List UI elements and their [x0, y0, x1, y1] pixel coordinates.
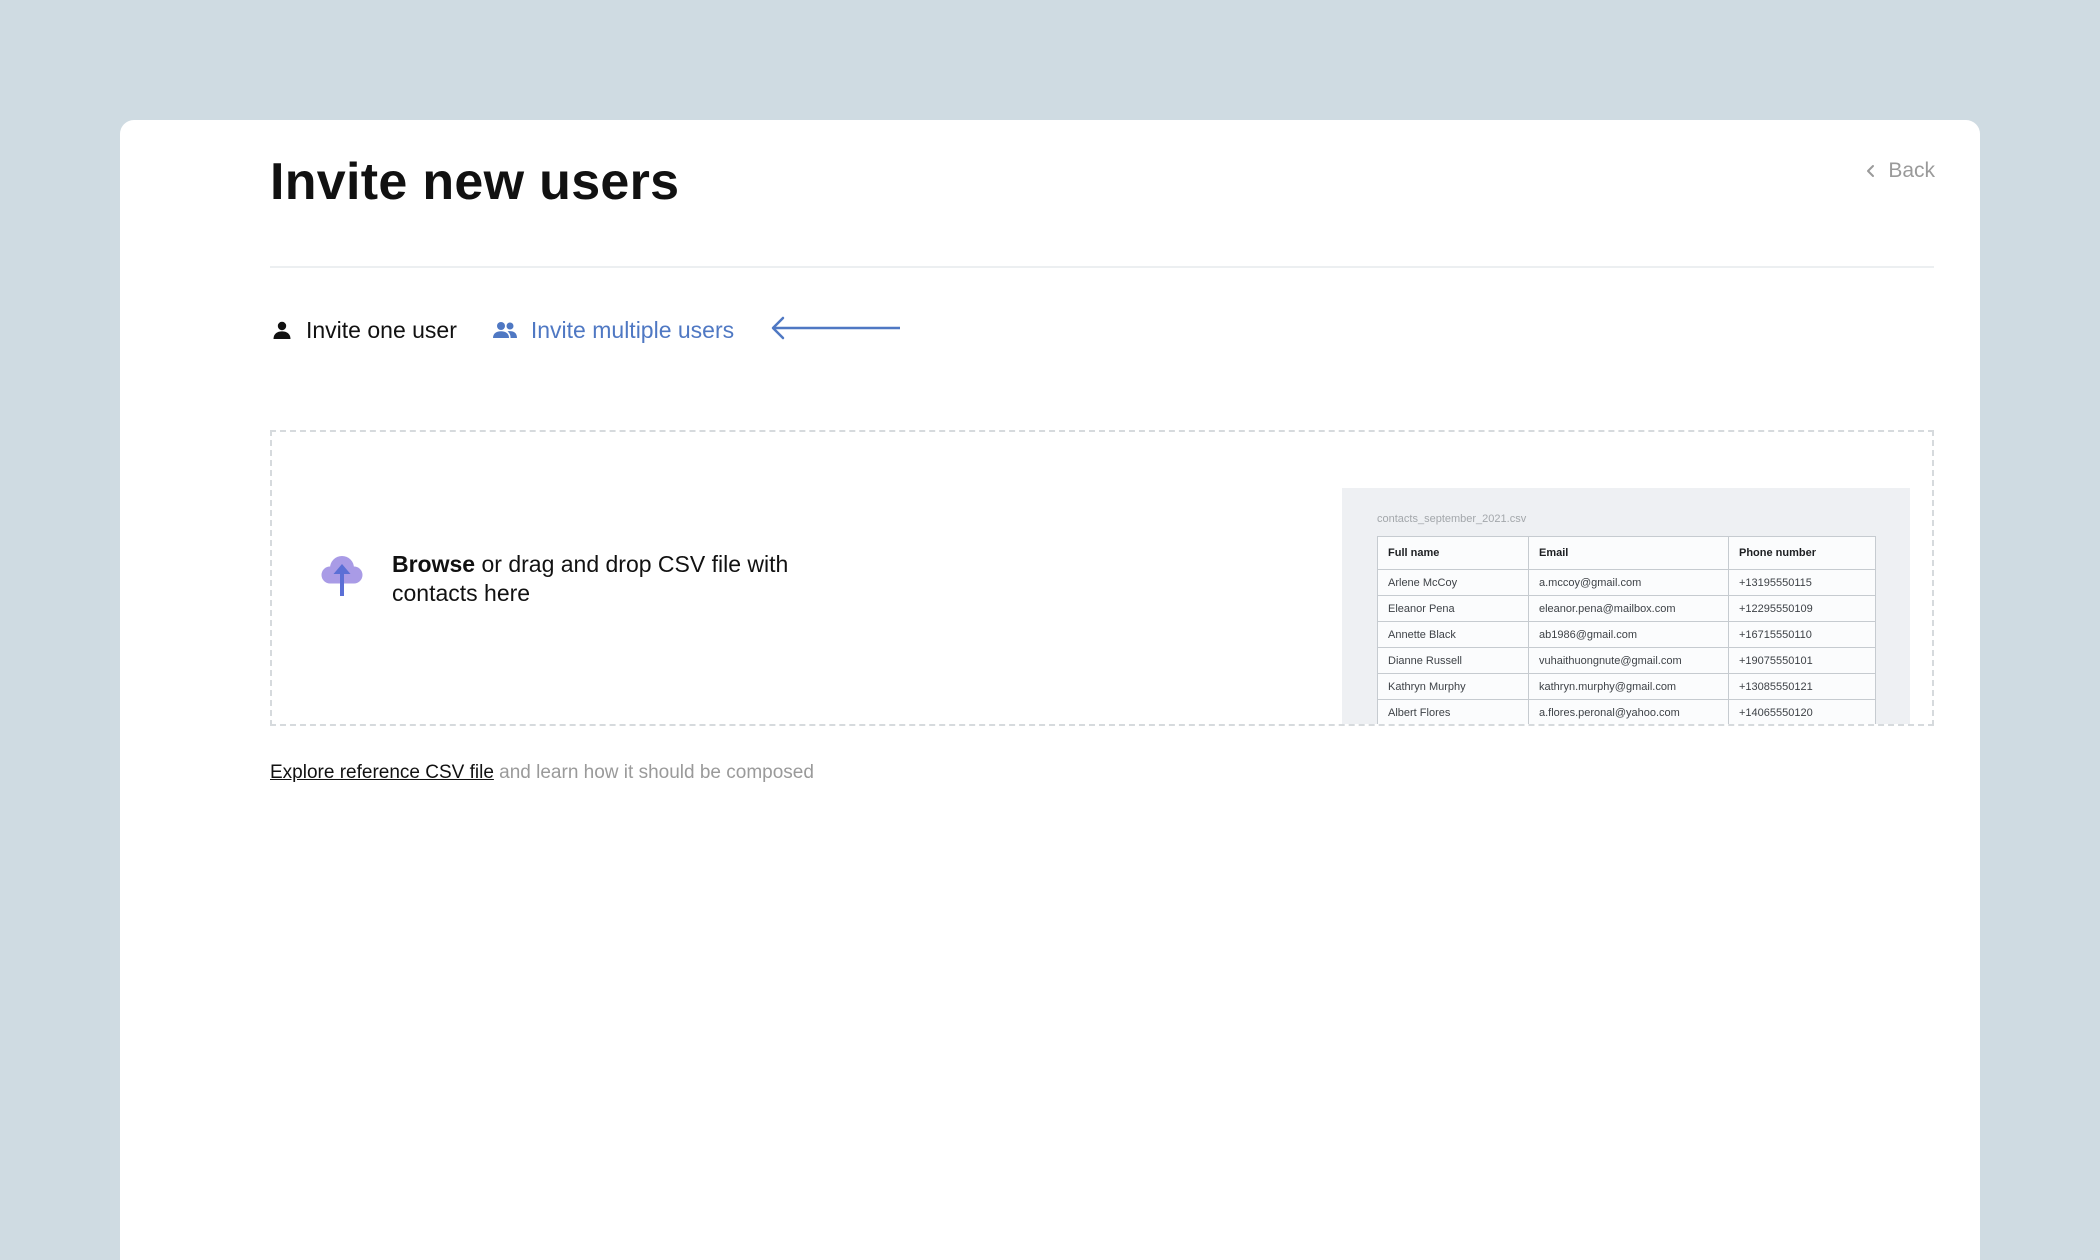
- table-cell: kathryn.murphy@gmail.com: [1528, 673, 1729, 700]
- table-cell: +16715550110: [1728, 621, 1876, 648]
- table-cell: +19075550101: [1728, 647, 1876, 674]
- table-row: Kathryn Murphy kathryn.murphy@gmail.com …: [1377, 673, 1876, 700]
- table-row: Eleanor Pena eleanor.pena@mailbox.com +1…: [1377, 595, 1876, 622]
- chevron-left-icon: [1866, 164, 1876, 178]
- column-header: Email: [1528, 536, 1729, 570]
- dropzone-instructions: Browse or drag and drop CSV file with co…: [392, 550, 812, 608]
- preview-filename: contacts_september_2021.csv: [1377, 513, 1527, 525]
- table-row: Arlene McCoy a.mccoy@gmail.com +13195550…: [1377, 569, 1876, 596]
- table-row: Dianne Russell vuhaithuongnute@gmail.com…: [1377, 647, 1876, 674]
- header-divider: [270, 266, 1934, 268]
- tab-invite-multiple-users-label: Invite multiple users: [530, 316, 735, 343]
- table-cell: Annette Black: [1377, 621, 1529, 648]
- table-cell: a.flores.peronal@yahoo.com: [1528, 699, 1729, 724]
- explore-reference-csv-link[interactable]: Explore reference CSV file: [270, 762, 494, 783]
- arrow-left-icon: [770, 314, 902, 347]
- table-cell: Kathryn Murphy: [1377, 673, 1529, 700]
- table-cell: ab1986@gmail.com: [1528, 621, 1729, 648]
- table-row: Albert Flores a.flores.peronal@yahoo.com…: [1377, 699, 1876, 724]
- table-cell: +13195550115: [1728, 569, 1876, 596]
- table-cell: vuhaithuongnute@gmail.com: [1528, 647, 1729, 674]
- table-cell: Dianne Russell: [1377, 647, 1529, 674]
- table-cell: Eleanor Pena: [1377, 595, 1529, 622]
- csv-dropzone[interactable]: Browse or drag and drop CSV file with co…: [270, 430, 1934, 726]
- table-cell: +13085550121: [1728, 673, 1876, 700]
- column-header: Full name: [1377, 536, 1529, 570]
- table-cell: Arlene McCoy: [1377, 569, 1529, 596]
- browse-link[interactable]: Browse: [392, 551, 475, 577]
- table-cell: Albert Flores: [1377, 699, 1529, 724]
- table-cell: +14065550120: [1728, 699, 1876, 724]
- reference-csv-text: and learn how it should be composed: [493, 762, 814, 783]
- page-title: Invite new users: [270, 153, 680, 211]
- tab-invite-multiple-users[interactable]: Invite multiple users: [491, 317, 734, 344]
- table-cell: a.mccoy@gmail.com: [1528, 569, 1729, 596]
- person-icon: [270, 318, 294, 342]
- reference-csv-note: Explore reference CSV file and learn how…: [270, 762, 814, 784]
- csv-example-table: Full name Email Phone number Arlene McCo…: [1377, 536, 1876, 724]
- cloud-upload-icon: [316, 550, 368, 603]
- table-header-row: Full name Email Phone number: [1377, 536, 1876, 570]
- invite-mode-tabs: Invite one user Invite multiple users: [270, 312, 902, 348]
- tab-invite-one-user[interactable]: Invite one user: [270, 317, 457, 344]
- back-label: Back: [1888, 159, 1935, 182]
- csv-example-preview: contacts_september_2021.csv Full name Em…: [1342, 488, 1910, 724]
- table-row: Annette Black ab1986@gmail.com +16715550…: [1377, 621, 1876, 648]
- table-cell: +12295550109: [1728, 595, 1876, 622]
- table-cell: eleanor.pena@mailbox.com: [1528, 595, 1729, 622]
- tab-invite-one-user-label: Invite one user: [306, 316, 457, 343]
- column-header: Phone number: [1728, 536, 1876, 570]
- back-button[interactable]: Back: [1866, 159, 1935, 183]
- people-icon: [491, 318, 519, 342]
